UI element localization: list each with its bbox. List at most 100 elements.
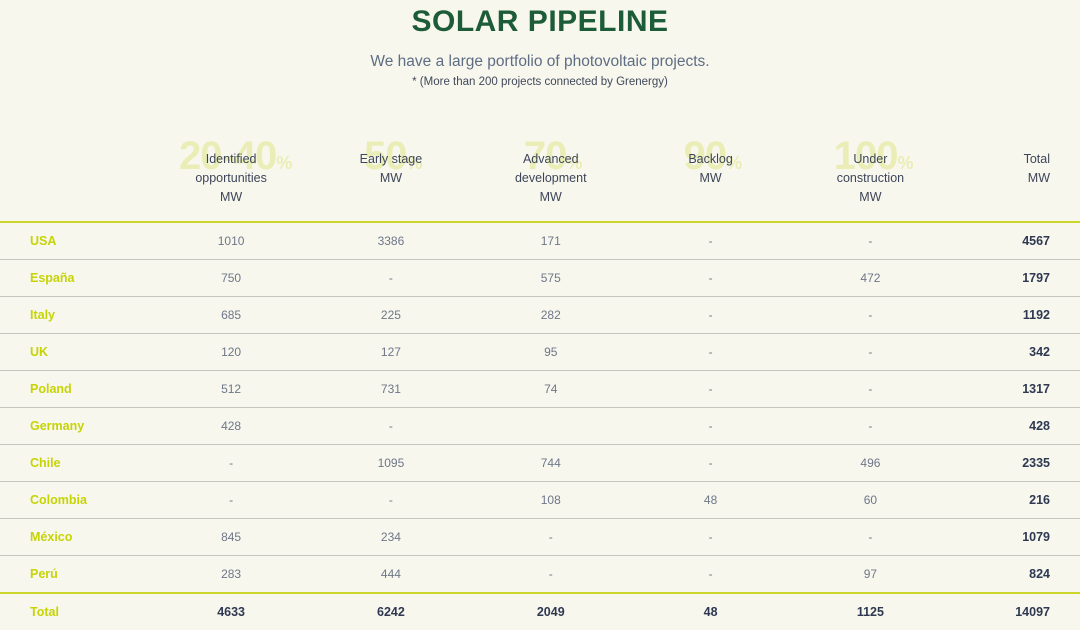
value-cell: -	[791, 222, 951, 260]
column-unit: MW	[360, 169, 423, 188]
value-cell: 750	[151, 260, 311, 297]
column-header-under-construction: 100% UnderconstructionMW	[791, 150, 951, 222]
value-cell: 74	[471, 371, 631, 408]
column-label: development	[515, 169, 587, 188]
table-row: España 750 - 575 - 472 1797	[0, 260, 1080, 297]
total-cell: 1079	[950, 519, 1080, 556]
total-cell: 14097	[950, 593, 1080, 630]
column-label: Identified	[195, 150, 267, 169]
page-subtitle: We have a large portfolio of photovoltai…	[0, 52, 1080, 72]
column-label: construction	[837, 169, 904, 188]
country-label: México	[0, 519, 151, 556]
value-cell: -	[311, 260, 471, 297]
value-cell: 496	[791, 445, 951, 482]
value-cell: 108	[471, 482, 631, 519]
value-cell: -	[471, 556, 631, 594]
header-row: 20-40% IdentifiedopportunitiesMW 50% Ear…	[0, 150, 1080, 222]
table-row: UK 120 127 95 - - 342	[0, 334, 1080, 371]
value-cell: 225	[311, 297, 471, 334]
value-cell: 472	[791, 260, 951, 297]
column-label: Early stage	[360, 150, 423, 169]
value-cell: 120	[151, 334, 311, 371]
value-cell: -	[631, 334, 791, 371]
country-label: Colombia	[0, 482, 151, 519]
value-cell: 731	[311, 371, 471, 408]
value-cell: 3386	[311, 222, 471, 260]
value-cell: -	[631, 445, 791, 482]
value-cell: 444	[311, 556, 471, 594]
value-cell: 1010	[151, 222, 311, 260]
country-label: Perú	[0, 556, 151, 594]
value-cell: 282	[471, 297, 631, 334]
table-row: México 845 234 - - - 1079	[0, 519, 1080, 556]
value-cell: -	[311, 408, 471, 445]
country-column-header	[0, 150, 151, 222]
total-cell: 2335	[950, 445, 1080, 482]
value-cell: 97	[791, 556, 951, 594]
value-cell: 171	[471, 222, 631, 260]
table-row: Italy 685 225 282 - - 1192	[0, 297, 1080, 334]
value-cell: 283	[151, 556, 311, 594]
value-cell: 1095	[311, 445, 471, 482]
table-row: USA 1010 3386 171 - - 4567	[0, 222, 1080, 260]
total-cell: 4567	[950, 222, 1080, 260]
solar-pipeline-table: 20-40% IdentifiedopportunitiesMW 50% Ear…	[0, 150, 1080, 630]
value-cell: 48	[631, 593, 791, 630]
value-cell: -	[631, 556, 791, 594]
value-cell: 2049	[471, 593, 631, 630]
total-cell: 1317	[950, 371, 1080, 408]
total-cell: 824	[950, 556, 1080, 594]
value-cell: 4633	[151, 593, 311, 630]
column-unit: MW	[1024, 169, 1050, 188]
value-cell: 60	[791, 482, 951, 519]
table-row: Colombia - - 108 48 60 216	[0, 482, 1080, 519]
total-cell: 216	[950, 482, 1080, 519]
value-cell: 428	[151, 408, 311, 445]
value-cell: 845	[151, 519, 311, 556]
value-cell: -	[471, 519, 631, 556]
value-cell: -	[631, 260, 791, 297]
country-label: UK	[0, 334, 151, 371]
column-header-advanced-development: 70% AdvanceddevelopmentMW	[471, 150, 631, 222]
value-cell: 1125	[791, 593, 951, 630]
value-cell: 6242	[311, 593, 471, 630]
column-header-backlog: 90% BacklogMW	[631, 150, 791, 222]
country-label: España	[0, 260, 151, 297]
value-cell: 512	[151, 371, 311, 408]
country-label: Poland	[0, 371, 151, 408]
value-cell: -	[791, 334, 951, 371]
country-label: Germany	[0, 408, 151, 445]
column-unit: MW	[837, 188, 904, 207]
total-cell: 428	[950, 408, 1080, 445]
value-cell: 744	[471, 445, 631, 482]
total-cell: 1192	[950, 297, 1080, 334]
value-cell: -	[631, 408, 791, 445]
table-row: Poland 512 731 74 - - 1317	[0, 371, 1080, 408]
column-header-identified-opportunities: 20-40% IdentifiedopportunitiesMW	[151, 150, 311, 222]
country-label: Italy	[0, 297, 151, 334]
value-cell: 95	[471, 334, 631, 371]
total-cell: 1797	[950, 260, 1080, 297]
column-label: Total	[1024, 150, 1050, 169]
table-row: Chile - 1095 744 - 496 2335	[0, 445, 1080, 482]
value-cell: -	[631, 519, 791, 556]
value-cell: -	[791, 371, 951, 408]
value-cell: 685	[151, 297, 311, 334]
country-label: Chile	[0, 445, 151, 482]
value-cell: -	[791, 408, 951, 445]
value-cell: 234	[311, 519, 471, 556]
value-cell	[471, 408, 631, 445]
value-cell: -	[791, 297, 951, 334]
footnote: * (More than 200 projects connected by G…	[0, 75, 1080, 90]
column-label: Backlog	[688, 150, 732, 169]
column-header-total: TotalMW	[950, 150, 1080, 222]
value-cell: -	[791, 519, 951, 556]
table-row: Perú 283 444 - - 97 824	[0, 556, 1080, 594]
column-unit: MW	[515, 188, 587, 207]
table-row: Germany 428 - - - 428	[0, 408, 1080, 445]
value-cell: 127	[311, 334, 471, 371]
total-row-label: Total	[0, 593, 151, 630]
column-unit: MW	[195, 188, 267, 207]
value-cell: 48	[631, 482, 791, 519]
page-title: SOLAR PIPELINE	[0, 0, 1080, 39]
